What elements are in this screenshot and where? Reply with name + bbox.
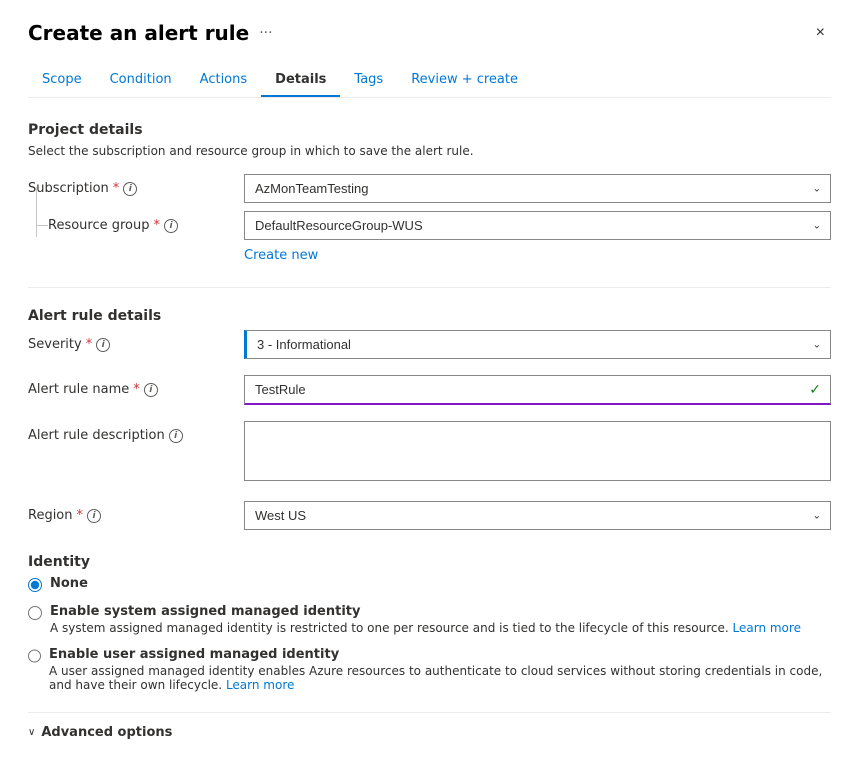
- identity-system-radio[interactable]: [28, 606, 42, 620]
- tab-actions[interactable]: Actions: [186, 64, 262, 97]
- subscription-label: Subscription: [28, 181, 109, 196]
- resource-group-select[interactable]: DefaultResourceGroup-WUS: [244, 211, 831, 240]
- alert-rule-description-info-icon[interactable]: i: [169, 429, 183, 443]
- identity-system-label[interactable]: Enable system assigned managed identity: [50, 604, 360, 619]
- alert-rule-name-input[interactable]: [244, 375, 831, 405]
- advanced-options-label: Advanced options: [41, 725, 172, 740]
- alert-rule-description-label: Alert rule description: [28, 428, 165, 443]
- severity-select[interactable]: 0 - Critical 1 - Error 2 - Warning 3 - I…: [244, 330, 831, 359]
- vertical-line: [36, 187, 37, 237]
- region-label-col: Region * i: [28, 501, 228, 523]
- alert-rule-description-input-wrapper: [244, 421, 831, 485]
- tab-scope[interactable]: Scope: [28, 64, 96, 97]
- alert-rule-name-row: Alert rule name * i ✓: [28, 375, 831, 405]
- region-row: Region * i East US West US North Europe …: [28, 501, 831, 530]
- region-info-icon[interactable]: i: [87, 509, 101, 523]
- panel-ellipsis: ···: [259, 25, 272, 41]
- tab-tags[interactable]: Tags: [340, 64, 397, 97]
- create-new-row: Create new: [244, 244, 831, 263]
- panel-header: Create an alert rule ··· ×: [28, 20, 831, 46]
- advanced-options-row[interactable]: ∨ Advanced options: [28, 712, 831, 740]
- tab-bar: Scope Condition Actions Details Tags Rev…: [28, 64, 831, 98]
- resource-group-label: Resource group: [48, 218, 150, 233]
- severity-label: Severity: [28, 337, 82, 352]
- tab-review[interactable]: Review + create: [397, 64, 532, 97]
- alert-rule-name-info-icon[interactable]: i: [144, 383, 158, 397]
- tab-condition[interactable]: Condition: [96, 64, 186, 97]
- identity-section: Identity None Enable system assigned man…: [28, 554, 831, 692]
- identity-option-system: Enable system assigned managed identity …: [28, 604, 831, 635]
- create-new-link[interactable]: Create new: [244, 248, 318, 263]
- resource-group-info-icon[interactable]: i: [164, 219, 178, 233]
- resource-group-label-col: Resource group * i: [28, 211, 228, 233]
- identity-user-description: A user assigned managed identity enables…: [49, 664, 831, 692]
- alert-rule-details-section: Alert rule details Severity * i 0 - Crit…: [28, 308, 831, 530]
- panel-title: Create an alert rule: [28, 21, 249, 45]
- severity-label-col: Severity * i: [28, 330, 228, 352]
- horizontal-line: [36, 225, 48, 226]
- identity-user-label[interactable]: Enable user assigned managed identity: [49, 647, 339, 662]
- identity-system-learn-more-link[interactable]: Learn more: [733, 621, 801, 635]
- alert-rule-name-label-col: Alert rule name * i: [28, 375, 228, 397]
- subscription-row: Subscription * i AzMonTeamTesting ⌄: [28, 174, 831, 203]
- subscription-label-col: Subscription * i: [28, 174, 228, 196]
- resource-group-select-wrapper: DefaultResourceGroup-WUS ⌄: [244, 211, 831, 240]
- severity-row: Severity * i 0 - Critical 1 - Error 2 - …: [28, 330, 831, 359]
- alert-rule-name-label: Alert rule name: [28, 382, 129, 397]
- section-divider-1: [28, 287, 831, 288]
- alert-rule-description-input[interactable]: [244, 421, 831, 481]
- subscription-select[interactable]: AzMonTeamTesting: [244, 174, 831, 203]
- resource-group-row: Resource group * i DefaultResourceGroup-…: [28, 211, 831, 240]
- subscription-info-icon[interactable]: i: [123, 182, 137, 196]
- alert-rule-details-title: Alert rule details: [28, 308, 831, 324]
- region-select-wrapper: East US West US North Europe West Europe…: [244, 501, 831, 530]
- advanced-options-chevron-icon: ∨: [28, 727, 35, 738]
- identity-user-learn-more-link[interactable]: Learn more: [226, 678, 294, 692]
- create-alert-panel: Create an alert rule ··· × Scope Conditi…: [0, 0, 859, 776]
- alert-rule-name-input-wrapper: ✓: [244, 375, 831, 405]
- region-select[interactable]: East US West US North Europe West Europe: [244, 501, 831, 530]
- identity-section-title: Identity: [28, 554, 831, 570]
- region-label: Region: [28, 508, 73, 523]
- subscription-select-wrapper: AzMonTeamTesting ⌄: [244, 174, 831, 203]
- identity-option-user: Enable user assigned managed identity A …: [28, 647, 831, 692]
- severity-select-wrapper: 0 - Critical 1 - Error 2 - Warning 3 - I…: [244, 330, 831, 359]
- project-details-title: Project details: [28, 122, 831, 138]
- severity-info-icon[interactable]: i: [96, 338, 110, 352]
- project-details-subtitle: Select the subscription and resource gro…: [28, 144, 831, 158]
- identity-none-radio[interactable]: [28, 578, 42, 592]
- identity-option-none: None: [28, 576, 831, 592]
- identity-none-label[interactable]: None: [50, 576, 88, 591]
- identity-user-radio[interactable]: [28, 649, 41, 663]
- close-button[interactable]: ×: [810, 20, 831, 46]
- tab-details[interactable]: Details: [261, 64, 340, 97]
- project-details-section: Project details Select the subscription …: [28, 122, 831, 263]
- alert-rule-description-label-col: Alert rule description i: [28, 421, 228, 443]
- alert-rule-description-row: Alert rule description i: [28, 421, 831, 485]
- alert-rule-name-check-icon: ✓: [809, 382, 821, 398]
- identity-system-description: A system assigned managed identity is re…: [50, 621, 801, 635]
